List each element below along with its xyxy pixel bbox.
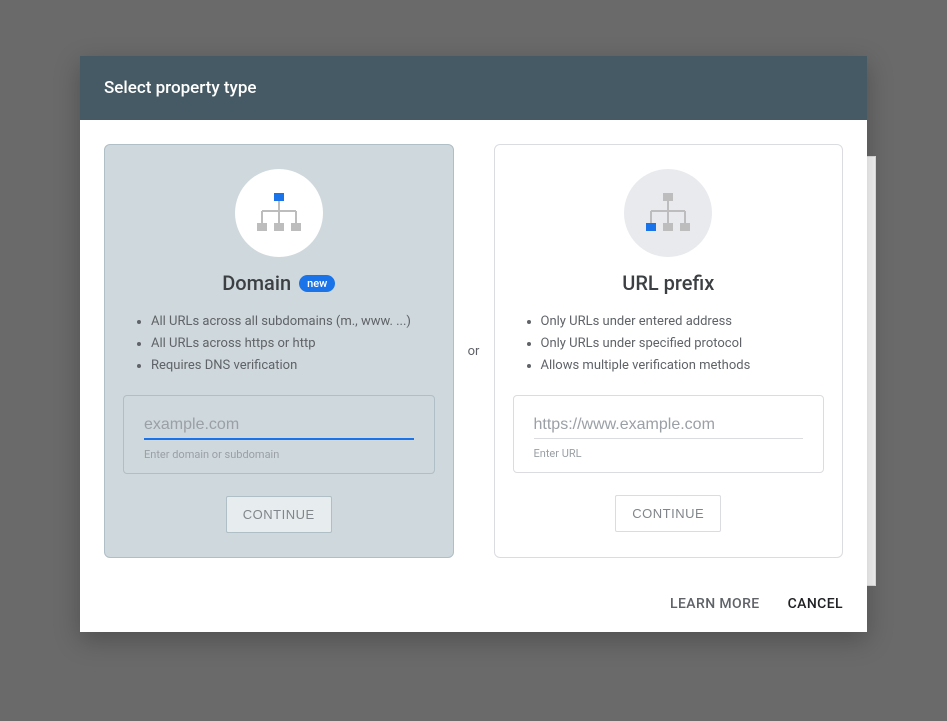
domain-title: Domain <box>222 271 291 295</box>
domain-feature-item: Requires DNS verification <box>151 355 435 377</box>
modal-body: Domain new All URLs across all subdomain… <box>80 120 867 582</box>
domain-sitemap-icon <box>235 169 323 257</box>
urlprefix-features-list: Only URLs under entered address Only URL… <box>513 311 825 377</box>
urlprefix-continue-button[interactable]: CONTINUE <box>615 495 721 532</box>
domain-continue-button[interactable]: CONTINUE <box>226 496 332 533</box>
cancel-button[interactable]: CANCEL <box>788 596 843 612</box>
domain-input[interactable] <box>144 416 414 440</box>
domain-feature-item: All URLs across https or http <box>151 333 435 355</box>
urlprefix-title: URL prefix <box>622 271 714 295</box>
domain-features-list: All URLs across all subdomains (m., www.… <box>123 311 435 377</box>
domain-property-card[interactable]: Domain new All URLs across all subdomain… <box>104 144 454 558</box>
urlprefix-title-row: URL prefix <box>622 271 714 295</box>
modal-title: Select property type <box>80 56 867 120</box>
urlprefix-sitemap-icon <box>624 169 712 257</box>
domain-feature-item: All URLs across all subdomains (m., www.… <box>151 311 435 333</box>
urlprefix-input-helper: Enter URL <box>534 447 804 460</box>
new-badge: new <box>299 275 335 292</box>
or-separator: or <box>454 144 494 558</box>
domain-title-row: Domain new <box>222 271 335 295</box>
domain-input-helper: Enter domain or subdomain <box>144 448 414 461</box>
urlprefix-feature-item: Allows multiple verification methods <box>541 355 825 377</box>
property-type-modal: Select property type Domain new <box>80 56 867 632</box>
urlprefix-feature-item: Only URLs under entered address <box>541 311 825 333</box>
urlprefix-input[interactable] <box>534 416 804 439</box>
urlprefix-property-card[interactable]: URL prefix Only URLs under entered addre… <box>494 144 844 558</box>
urlprefix-feature-item: Only URLs under specified protocol <box>541 333 825 355</box>
urlprefix-input-container: Enter URL <box>513 395 825 473</box>
domain-input-container: Enter domain or subdomain <box>123 395 435 474</box>
modal-footer: LEARN MORE CANCEL <box>80 582 867 632</box>
learn-more-link[interactable]: LEARN MORE <box>670 596 760 612</box>
